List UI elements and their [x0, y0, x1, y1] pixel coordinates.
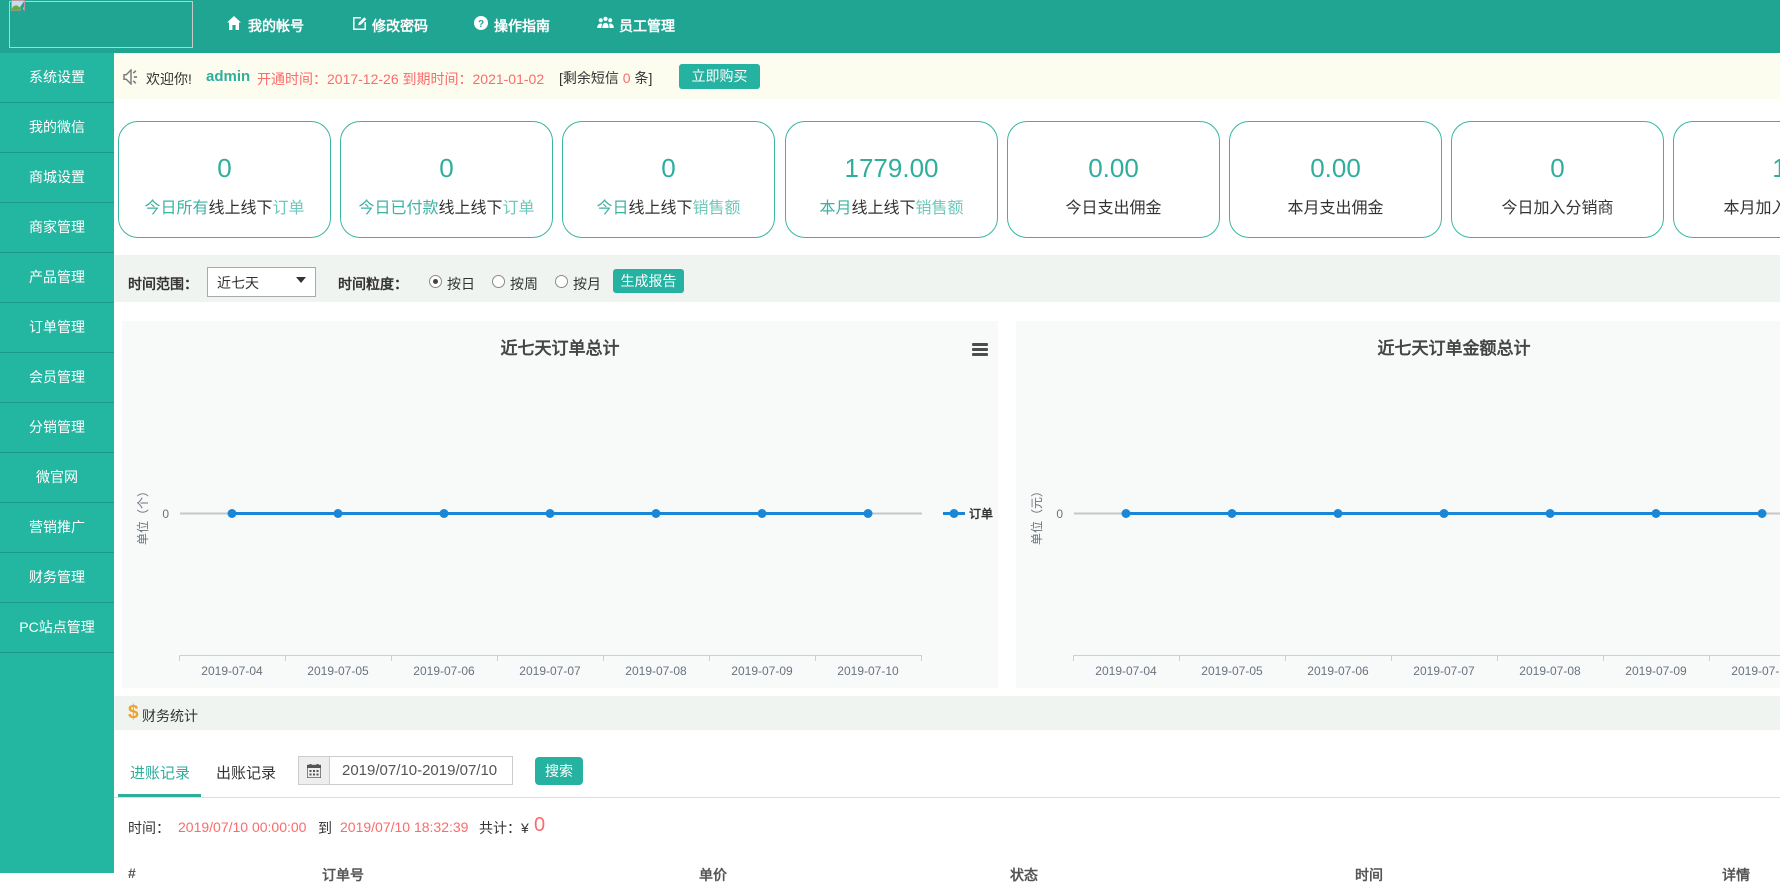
svg-text:单位（元）: 单位（元）	[1029, 485, 1044, 545]
svg-text:2019-07-06: 2019-07-06	[1307, 664, 1369, 678]
svg-text:2019-07-04: 2019-07-04	[1095, 664, 1157, 678]
svg-text:2019-07-07: 2019-07-07	[519, 664, 581, 678]
svg-text:近七天订单总计: 近七天订单总计	[501, 338, 620, 358]
svg-text:2019-07-08: 2019-07-08	[625, 664, 687, 678]
svg-text:订单: 订单	[969, 506, 993, 521]
svg-text:0: 0	[1056, 507, 1063, 521]
svg-text:2019-07-07: 2019-07-07	[1413, 664, 1475, 678]
svg-text:2019-07-06: 2019-07-06	[413, 664, 475, 678]
svg-text:2019-07-09: 2019-07-09	[731, 664, 793, 678]
svg-text:?: ?	[478, 19, 484, 30]
svg-text:2019-07-10: 2019-07-10	[837, 664, 899, 678]
svg-text:2019-07-05: 2019-07-05	[307, 664, 369, 678]
svg-text:2019-07-09: 2019-07-09	[1625, 664, 1687, 678]
svg-text:2019-07-10: 2019-07-10	[1731, 664, 1780, 678]
svg-text:2019-07-08: 2019-07-08	[1519, 664, 1581, 678]
svg-text:近七天订单金额总计: 近七天订单金额总计	[1378, 338, 1531, 358]
svg-text:0: 0	[162, 507, 169, 521]
svg-text:2019-07-04: 2019-07-04	[201, 664, 263, 678]
svg-text:单位（个）: 单位（个）	[135, 485, 150, 545]
svg-text:2019-07-05: 2019-07-05	[1201, 664, 1263, 678]
